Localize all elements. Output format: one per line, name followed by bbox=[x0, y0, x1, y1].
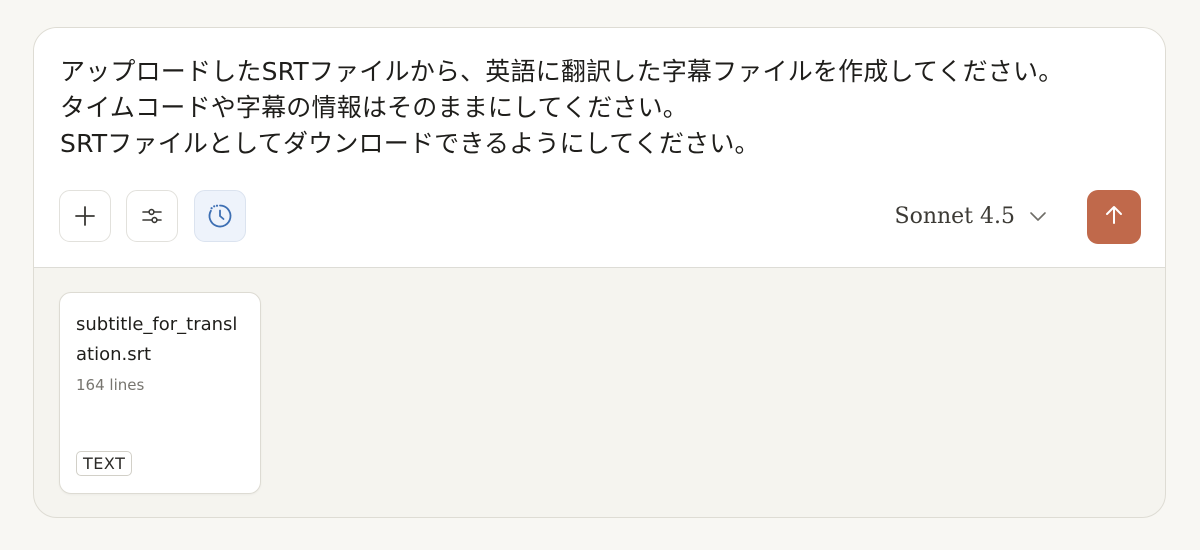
send-button[interactable] bbox=[1087, 190, 1141, 244]
sliders-icon bbox=[141, 205, 163, 227]
settings-button[interactable] bbox=[126, 190, 178, 242]
clock-icon bbox=[206, 202, 234, 230]
prompt-text[interactable]: アップロードしたSRTファイルから、英語に翻訳した字幕ファイルを作成してください… bbox=[60, 54, 1140, 162]
history-button[interactable] bbox=[194, 190, 246, 242]
plus-icon bbox=[74, 205, 96, 227]
model-name: Sonnet 4.5 bbox=[894, 203, 1016, 229]
chat-composer: アップロードしたSRTファイルから、英語に翻訳した字幕ファイルを作成してください… bbox=[33, 27, 1166, 518]
attachment-card[interactable]: subtitle_for_translation.srt 164 lines T… bbox=[59, 292, 261, 494]
chevron-down-icon bbox=[1029, 207, 1047, 226]
model-selector[interactable]: Sonnet 4.5 bbox=[895, 198, 1048, 234]
composer-input-area: アップロードしたSRTファイルから、英語に翻訳した字幕ファイルを作成してください… bbox=[34, 28, 1165, 268]
attachment-line-count: 164 lines bbox=[76, 376, 145, 394]
arrow-up-icon bbox=[1103, 204, 1125, 230]
attachment-filename: subtitle_for_translation.srt bbox=[76, 314, 238, 365]
add-button[interactable] bbox=[59, 190, 111, 242]
file-type-badge: TEXT bbox=[76, 451, 133, 476]
